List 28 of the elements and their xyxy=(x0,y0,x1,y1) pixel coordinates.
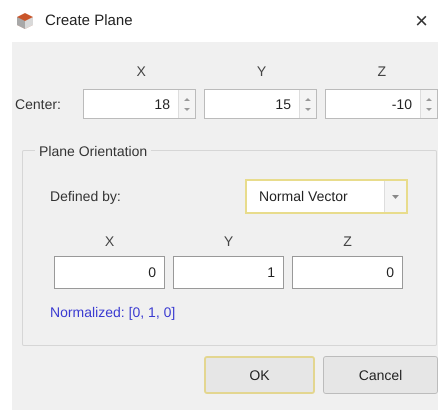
cancel-button[interactable]: Cancel xyxy=(323,356,438,394)
center-label: Center: xyxy=(14,94,62,114)
column-label: X xyxy=(104,232,114,250)
spin-box[interactable]: 15 xyxy=(204,89,317,119)
input-field[interactable]: 0 xyxy=(292,256,403,289)
up-arrow-icon[interactable] xyxy=(305,98,311,100)
up-arrow-icon[interactable] xyxy=(426,98,432,100)
spin-box[interactable]: -10 xyxy=(325,89,438,119)
defined-by-dropdown[interactable]: Normal Vector xyxy=(245,179,408,214)
column-label: X xyxy=(136,62,146,80)
down-arrow-icon[interactable] xyxy=(184,108,190,110)
column-label: Z xyxy=(378,62,386,80)
defined-by-label: Defined by: xyxy=(50,187,121,206)
dropdown-arrow-icon xyxy=(392,194,399,198)
cube-icon xyxy=(15,12,35,30)
ok-button[interactable]: OK xyxy=(204,356,315,394)
input-field[interactable]: 1 xyxy=(173,256,284,289)
up-arrow-icon[interactable] xyxy=(184,98,190,100)
window-title: Create Plane xyxy=(45,10,133,31)
column-label: Y xyxy=(256,62,266,80)
input-field[interactable]: 0 xyxy=(54,256,165,289)
normalized-text: Normalized: [0, 1, 0] xyxy=(50,304,176,320)
column-label: Z xyxy=(343,232,352,250)
spin-box[interactable]: 18 xyxy=(83,89,196,119)
down-arrow-icon[interactable] xyxy=(305,108,311,110)
close-button[interactable]: × xyxy=(411,10,432,32)
down-arrow-icon[interactable] xyxy=(426,108,432,110)
column-label: Y xyxy=(224,232,234,250)
